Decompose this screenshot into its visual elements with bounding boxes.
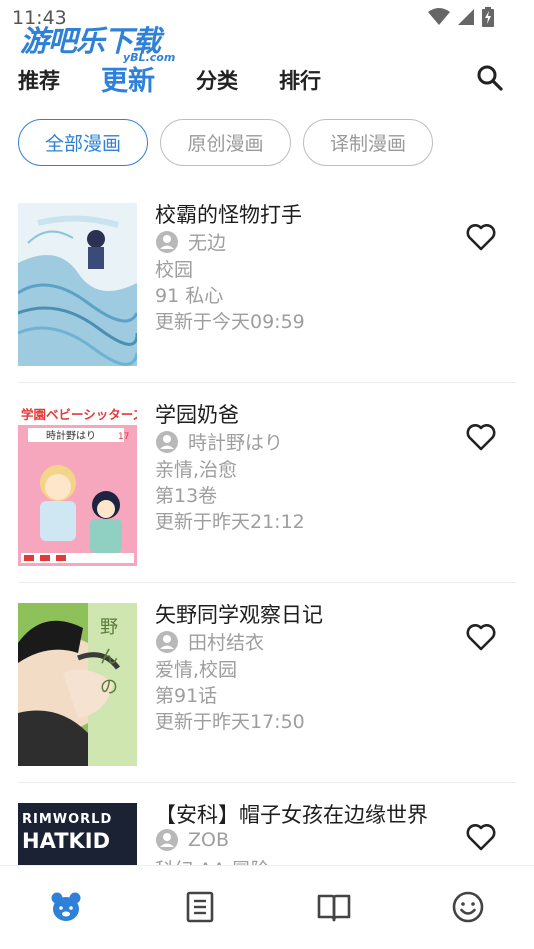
comic-cover[interactable]: 野 ん の [18,603,137,766]
author-name: 時計野はり [188,432,284,454]
comic-author: ZOB [155,828,229,852]
signal-icon [458,9,474,25]
comic-updated: 更新于今天09:59 [155,311,305,333]
comic-item[interactable]: 野 ん の 矢野同学观察日记 田村结衣 爱情,校园 第91话 更新于昨天17:5… [18,583,516,783]
comic-item[interactable]: RIMWORLD HATKID 【安科】帽子女孩在边缘世界 ZOB 科幻,AA,… [18,783,516,865]
comic-cover[interactable]: RIMWORLD HATKID [18,803,137,865]
chip-all-comics[interactable]: 全部漫画 [18,119,148,166]
comic-tags: 亲情,治愈 [155,459,238,481]
user-icon [156,829,178,851]
open-book-icon[interactable] [317,890,351,924]
comic-tags: 校园 [155,259,194,281]
cover-banner-text: 学園ベビーシッターズ [21,407,137,422]
cover-series-title: HATKID [22,829,110,853]
comic-item[interactable]: 校霸的怪物打手 无边 校园 91 私心 更新于今天09:59 [18,183,516,383]
tab-recommend[interactable]: 推荐 [18,65,60,95]
tab-updates[interactable]: 更新 [101,59,155,98]
tab-ranking[interactable]: 排行 [279,65,321,95]
document-icon[interactable] [183,890,217,924]
watermark-logo: 游吧乐下载 yBL.com [20,18,175,64]
comic-author: 田村结衣 [155,628,264,655]
comic-title: 校霸的怪物打手 [155,203,302,227]
comic-author: 无边 [155,228,226,255]
battery-icon [482,7,494,27]
comic-updated: 更新于昨天17:50 [155,711,305,733]
user-icon [156,430,178,453]
comic-list: 校霸的怪物打手 无边 校园 91 私心 更新于今天09:59 学園ベビーシッター… [18,183,516,865]
comic-cover[interactable]: 学園ベビーシッターズ 時計野はり 17 [18,403,137,566]
comic-title: 【安科】帽子女孩在边缘世界 [155,803,428,827]
author-name: ZOB [188,829,230,851]
user-icon [156,630,178,653]
tab-categories[interactable]: 分类 [196,65,238,95]
filter-chips: 全部漫画 原创漫画 译制漫画 [18,119,433,166]
cover-author-text: 時計野はり [46,429,96,442]
bottom-nav [0,865,534,949]
smiley-icon[interactable] [451,890,485,924]
svg-text:ん: ん [100,647,118,668]
heart-icon[interactable] [465,621,497,653]
status-icons [428,7,494,27]
comic-chapter: 91 私心 [155,285,224,307]
heart-icon[interactable] [465,421,497,453]
comic-title: 矢野同学观察日记 [155,603,323,627]
comic-title: 学园奶爸 [155,403,239,427]
author-name: 无边 [188,232,227,254]
comic-tags: 科幻,AA,冒险 [155,855,270,865]
search-icon[interactable] [476,64,504,92]
comic-updated: 更新于昨天21:12 [155,511,305,533]
svg-text:野: 野 [100,617,118,638]
comic-chapter: 第13卷 [155,485,218,507]
comic-cover[interactable] [18,203,137,366]
heart-icon[interactable] [465,221,497,253]
comic-author: 時計野はり [155,428,283,455]
cover-volume-text: 17 [118,432,129,442]
comic-chapter: 第91话 [155,685,218,707]
cover-game-title: RIMWORLD [22,812,112,827]
comic-item[interactable]: 学園ベビーシッターズ 時計野はり 17 学园奶爸 時計野はり 亲情,治愈 第13… [18,383,516,583]
comic-tags: 爱情,校园 [155,659,238,681]
wifi-icon [428,8,450,25]
author-name: 田村结衣 [188,632,265,654]
bear-home-icon[interactable] [49,890,83,924]
chip-original-comics[interactable]: 原创漫画 [160,119,291,166]
svg-text:の: の [100,677,118,698]
heart-icon[interactable] [465,821,497,853]
chip-translated-comics[interactable]: 译制漫画 [303,119,433,166]
top-nav: 推荐 更新 分类 排行 [0,58,534,98]
user-icon [156,230,178,253]
